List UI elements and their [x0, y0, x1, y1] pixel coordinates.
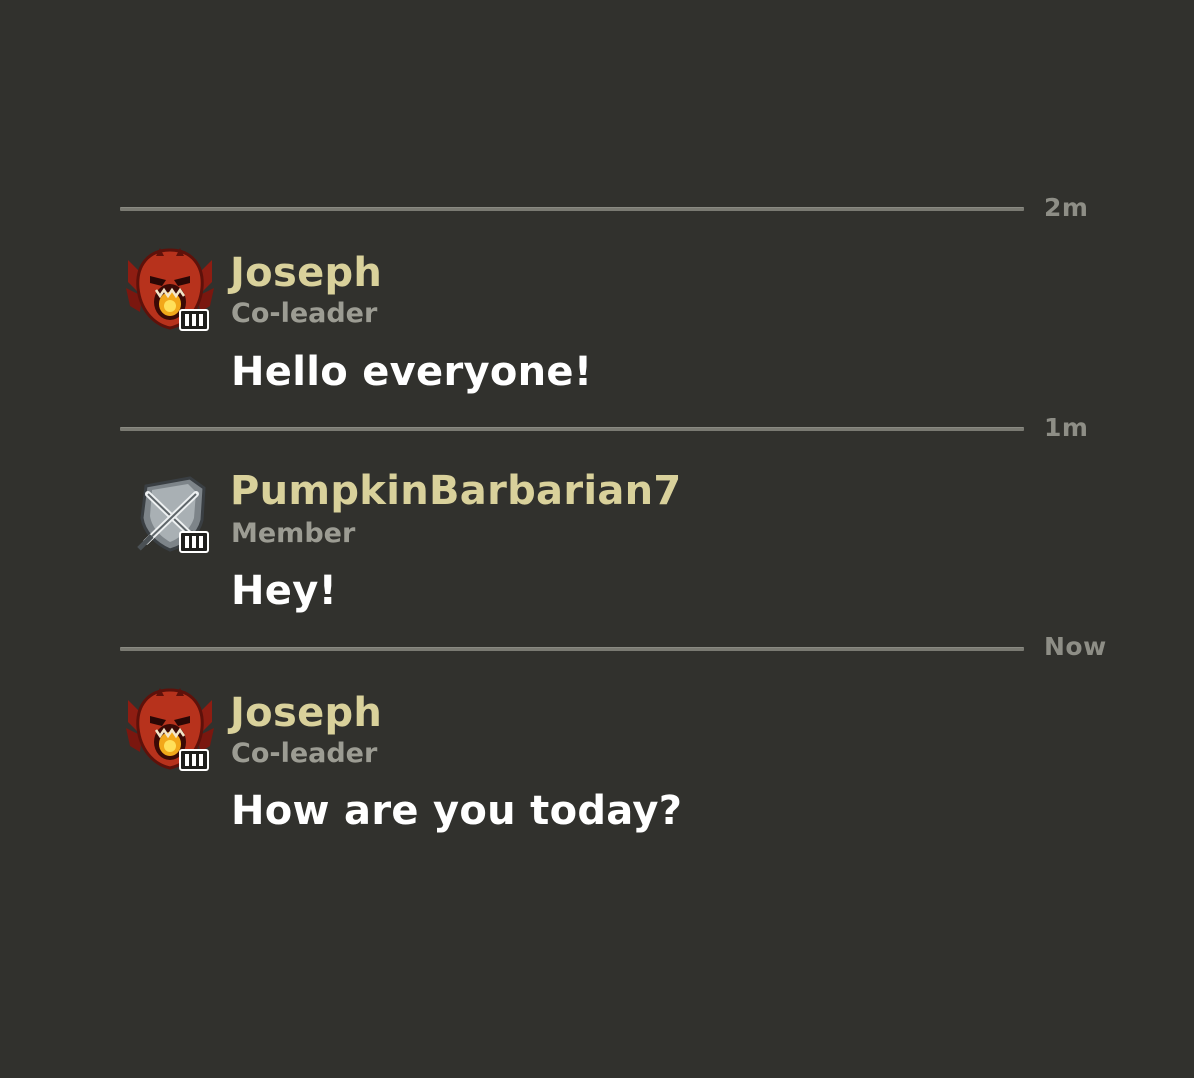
demon-skull-league-badge-icon[interactable] — [122, 686, 218, 776]
sender-role: Co-leader — [231, 738, 378, 769]
sender-name[interactable]: Joseph — [230, 250, 382, 296]
message-timestamp: 1m — [1044, 413, 1089, 442]
sender-role: Co-leader — [231, 298, 378, 329]
message-text: Hello everyone! — [231, 349, 593, 395]
message-divider — [120, 647, 1024, 651]
sender-role: Member — [231, 518, 356, 549]
silver-crossed-swords-shield-badge-icon[interactable] — [132, 474, 228, 564]
message-timestamp: 2m — [1044, 193, 1089, 222]
demon-skull-league-badge-icon[interactable] — [122, 246, 218, 336]
sender-name[interactable]: Joseph — [230, 690, 382, 736]
clan-chat-log: 2m Joseph Co-leader Hello everyone! 1m P… — [0, 0, 1194, 1078]
message-divider — [120, 207, 1024, 211]
message-text: How are you today? — [231, 788, 683, 834]
message-text: Hey! — [231, 568, 338, 614]
message-timestamp: Now — [1044, 632, 1107, 661]
message-divider — [120, 427, 1024, 431]
sender-name[interactable]: PumpkinBarbarian7 — [230, 468, 682, 514]
